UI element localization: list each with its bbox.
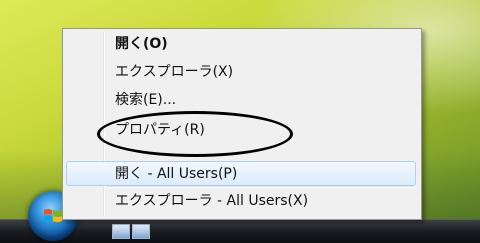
menu-item-explore[interactable]: エクスプローラ(X) — [66, 60, 416, 85]
menu-item-open-all-users[interactable]: 開く - All Users(P) — [66, 161, 416, 186]
menu-item-open[interactable]: 開く(O) — [66, 32, 416, 57]
menu-item-explore-all-users[interactable]: エクスプローラ - All Users(X) — [66, 189, 416, 214]
windows-flag-icon — [44, 209, 62, 222]
switch-windows-icon[interactable] — [132, 224, 150, 239]
menu-item-search[interactable]: 検索(E)... — [66, 88, 416, 113]
show-desktop-icon[interactable] — [112, 224, 130, 239]
annotation-circle — [97, 111, 293, 157]
